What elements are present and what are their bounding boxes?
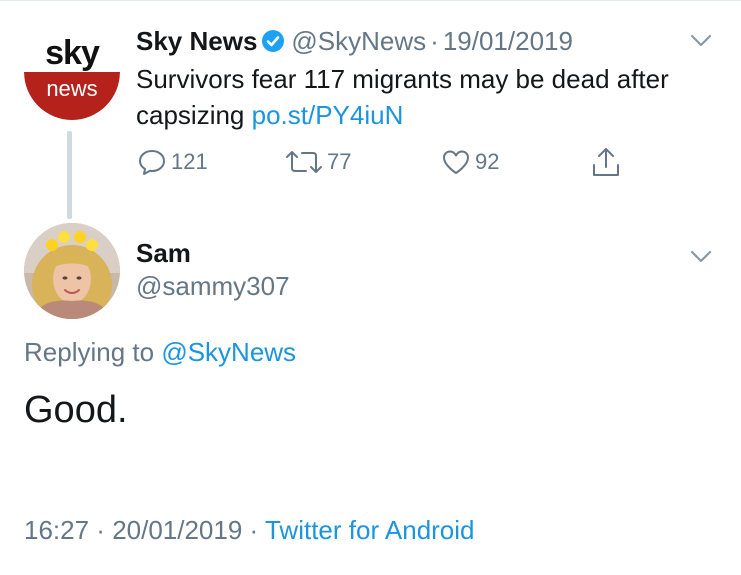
parent-date[interactable]: 19/01/2019 (443, 26, 573, 56)
reply-tweet-text: Good. (24, 389, 128, 431)
top-divider (0, 0, 741, 1)
thread-connector-line (67, 131, 72, 219)
replying-prefix: Replying to (24, 337, 162, 367)
svg-text:sky: sky (45, 34, 100, 72)
parent-more-chevron-icon[interactable] (690, 34, 712, 53)
reply-display-name[interactable]: Sam (136, 238, 191, 268)
retweet-action[interactable]: 77 (284, 145, 351, 179)
reply-time: 16:27 (24, 515, 90, 545)
retweet-icon (286, 151, 322, 173)
sky-news-avatar[interactable]: sky news (24, 24, 120, 120)
like-count: 92 (475, 149, 500, 174)
like-action[interactable]: 92 (440, 145, 499, 179)
reply-date: 20/01/2019 (112, 515, 243, 545)
meta-separator-2: · (242, 515, 265, 545)
parent-tweet-text: Survivors fear 117 migrants may be dead … (136, 61, 696, 133)
parent-tweet-link[interactable]: po.st/PY4iuN (252, 100, 404, 130)
retweet-count: 77 (327, 149, 352, 174)
svg-text:news: news (46, 76, 97, 101)
parent-display-name[interactable]: Sky News (136, 26, 257, 56)
header-separator: · (430, 26, 439, 56)
share-icon (593, 148, 619, 176)
reply-more-chevron-icon[interactable] (690, 250, 712, 269)
reply-handle[interactable]: @sammy307 (136, 271, 290, 301)
meta-separator-1: · (89, 515, 113, 545)
parent-tweet-header: Sky News @SkyNews · 19/01/2019 (136, 26, 573, 59)
reply-count: 121 (171, 149, 208, 174)
parent-handle[interactable]: @SkyNews (291, 26, 426, 56)
replying-to-handle[interactable]: @SkyNews (161, 337, 296, 367)
share-action[interactable] (590, 145, 625, 179)
reply-bubble-icon (139, 150, 165, 175)
reply-action[interactable]: 121 (136, 145, 208, 179)
tweet-source-link[interactable]: Twitter for Android (265, 515, 475, 545)
heart-icon (443, 150, 469, 174)
user-photo-icon (24, 223, 120, 319)
replying-to-line: Replying to @SkyNews (24, 337, 296, 367)
verified-badge-icon (261, 29, 285, 59)
reply-tweet-meta: 16:27 · 20/01/2019 · Twitter for Android (24, 515, 475, 545)
sam-avatar[interactable] (24, 223, 120, 319)
sky-news-logo-icon: sky news (24, 24, 120, 120)
